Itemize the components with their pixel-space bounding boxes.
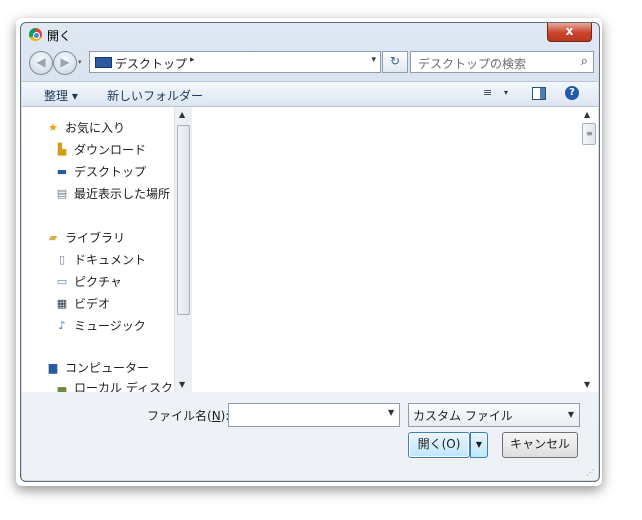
resize-grip-icon[interactable]: ⋰ bbox=[586, 468, 594, 477]
file-list-area[interactable] bbox=[192, 107, 580, 392]
refresh-button[interactable]: ↻ bbox=[382, 51, 408, 73]
dialog-title: 開く bbox=[47, 29, 72, 43]
open-file-dialog: 開く x ◀ ▶ ▾ デスクトップ ▸ ▾ ↻ デスクトップの検索 ⌕ 整理 ▾… bbox=[20, 22, 600, 482]
preview-pane-icon[interactable] bbox=[532, 87, 546, 100]
downloads-folder-icon: ▙ bbox=[57, 142, 67, 156]
filename-label: ファイル名(N): bbox=[147, 409, 230, 423]
close-button[interactable]: x bbox=[547, 23, 592, 42]
address-dropdown-icon[interactable]: ▾ bbox=[371, 55, 376, 65]
chrome-icon bbox=[29, 28, 42, 41]
command-bar: 整理 ▾ 新しいフォルダー ≡ ▾ ? bbox=[22, 81, 598, 107]
scrollbar-thumb[interactable] bbox=[177, 125, 190, 315]
sidebar-item-label: ミュージック bbox=[74, 319, 146, 333]
computer-icon: ▆ bbox=[48, 360, 58, 374]
open-split-dropdown-icon[interactable]: ▼ bbox=[470, 432, 488, 458]
help-icon[interactable]: ? bbox=[565, 86, 579, 100]
breadcrumb-chevron-icon[interactable]: ▸ bbox=[190, 55, 195, 65]
document-icon: ▯ bbox=[58, 252, 66, 266]
back-button[interactable]: ◀ bbox=[29, 51, 53, 75]
forward-button[interactable]: ▶ bbox=[53, 51, 77, 75]
sidebar-item-favorites[interactable]: ★ お気に入り bbox=[46, 119, 125, 136]
scroll-up-icon[interactable]: ▲ bbox=[584, 110, 590, 119]
file-type-dropdown-icon[interactable]: ▼ bbox=[568, 410, 574, 419]
dialog-footer: ファイル名(N): ▼ カスタム ファイル ▼ 開く(O) ▼ キャンセル ⋰ bbox=[22, 392, 598, 480]
open-button[interactable]: 開く(O) bbox=[408, 432, 470, 458]
navigation-scrollbar[interactable]: ▲ ▼ bbox=[174, 107, 192, 392]
pictures-icon: ▭ bbox=[56, 274, 68, 288]
file-type-select[interactable]: カスタム ファイル ▼ bbox=[408, 403, 580, 427]
libraries-folder-icon: ▰ bbox=[48, 230, 58, 244]
organize-menu-button[interactable]: 整理 ▾ bbox=[44, 87, 78, 104]
filename-input[interactable] bbox=[228, 403, 400, 427]
recent-locations-dropdown-icon[interactable]: ▾ bbox=[78, 58, 82, 66]
search-icon[interactable]: ⌕ bbox=[581, 54, 588, 69]
music-icon: ♪ bbox=[58, 318, 66, 332]
grip-icon: ≡ bbox=[586, 129, 593, 138]
desktop-icon bbox=[95, 57, 112, 68]
view-dropdown-icon[interactable]: ▾ bbox=[504, 88, 508, 97]
file-type-value: カスタム ファイル bbox=[413, 409, 513, 423]
sidebar-item-label: ビデオ bbox=[74, 297, 111, 311]
sidebar-item-videos[interactable]: ▦ ビデオ bbox=[55, 295, 110, 312]
search-input[interactable]: デスクトップの検索 ⌕ bbox=[410, 51, 594, 73]
address-text[interactable]: デスクトップ bbox=[115, 55, 187, 72]
scroll-up-icon[interactable]: ▲ bbox=[179, 110, 185, 119]
sidebar-item-libraries[interactable]: ▰ ライブラリ bbox=[46, 229, 125, 246]
file-list-scrollbar[interactable]: ▲ ≡ ▼ bbox=[580, 107, 598, 392]
navigation-pane: ★ お気に入り ▙ ダウンロード ▬ デスクトップ ▤ 最近表示した場所 ▰ ラ… bbox=[22, 107, 174, 395]
sidebar-item-desktop[interactable]: ▬ デスクトップ bbox=[55, 163, 146, 180]
sidebar-item-label: ドキュメント bbox=[74, 253, 147, 267]
cancel-button[interactable]: キャンセル bbox=[502, 432, 578, 458]
sidebar-item-label: コンピューター bbox=[65, 361, 150, 375]
scroll-down-icon[interactable]: ▼ bbox=[179, 380, 185, 389]
recent-places-icon: ▤ bbox=[56, 186, 68, 200]
navigation-bar: ◀ ▶ ▾ デスクトップ ▸ ▾ ↻ デスクトップの検索 ⌕ bbox=[21, 48, 599, 76]
sidebar-item-computer[interactable]: ▆ コンピューター bbox=[46, 359, 149, 376]
sidebar-item-label: ライブラリ bbox=[65, 231, 126, 245]
sidebar-item-recent-places[interactable]: ▤ 最近表示した場所 bbox=[55, 185, 170, 202]
sidebar-item-documents[interactable]: ▯ ドキュメント bbox=[55, 251, 146, 268]
sidebar-item-label: ダウンロード bbox=[74, 143, 147, 157]
search-placeholder: デスクトップの検索 bbox=[418, 57, 527, 71]
desktop-icon: ▬ bbox=[56, 164, 68, 178]
scrollbar-thumb[interactable]: ≡ bbox=[582, 123, 596, 145]
title-bar[interactable]: 開く x bbox=[21, 23, 599, 45]
star-icon: ★ bbox=[48, 120, 58, 134]
sidebar-item-downloads[interactable]: ▙ ダウンロード bbox=[55, 141, 146, 158]
sidebar-item-label: お気に入り bbox=[65, 121, 126, 135]
address-bar[interactable]: デスクトップ ▸ ▾ bbox=[89, 51, 381, 73]
change-view-icon[interactable]: ≡ bbox=[483, 87, 495, 99]
sidebar-item-label: 最近表示した場所 bbox=[74, 187, 171, 201]
filename-dropdown-icon[interactable]: ▼ bbox=[388, 408, 394, 417]
sidebar-item-music[interactable]: ♪ ミュージック bbox=[55, 317, 146, 334]
new-folder-button[interactable]: 新しいフォルダー bbox=[107, 87, 203, 104]
sidebar-item-label: ピクチャ bbox=[74, 275, 122, 289]
sidebar-item-pictures[interactable]: ▭ ピクチャ bbox=[55, 273, 122, 290]
video-icon: ▦ bbox=[56, 296, 68, 310]
sidebar-item-label: デスクトップ bbox=[74, 165, 147, 179]
scroll-down-icon[interactable]: ▼ bbox=[584, 380, 590, 389]
